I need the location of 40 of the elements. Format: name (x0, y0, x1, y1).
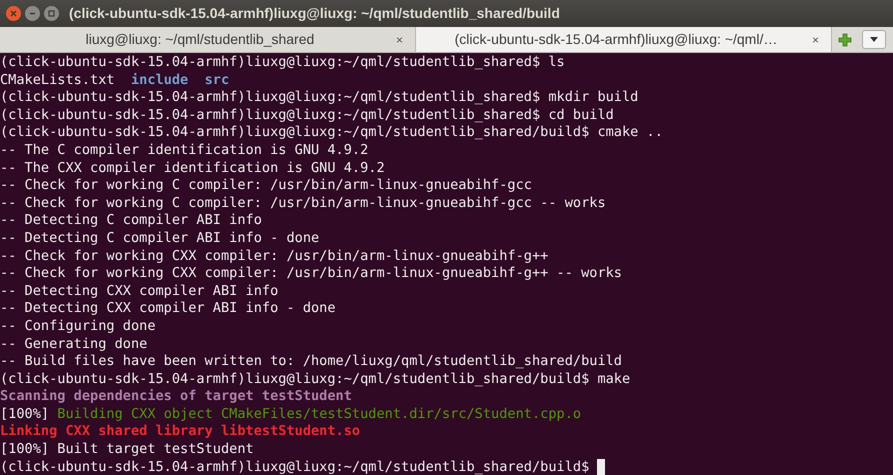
tab-close-button[interactable]: × (808, 30, 823, 48)
maximize-icon[interactable] (44, 6, 59, 21)
terminal-text: -- The C compiler identification is GNU 4.9.2 (0, 142, 368, 160)
terminal-text: Building CXX object CMakeFiles/testStudent.dir/src/Student.cpp.o (57, 406, 582, 424)
terminal-text: (click-ubuntu-sdk-15.04-armhf)liuxg@liuxg:~/qml/studentlib_shared/build$ cmake .. (0, 124, 663, 142)
terminal-text: -- The CXX compiler identification is GNU 4.9.2 (0, 160, 385, 178)
minimize-icon[interactable] (25, 6, 40, 21)
terminal-text: -- Detecting C compiler ABI info (0, 212, 262, 230)
plus-icon (838, 32, 852, 46)
tab-menu-button[interactable] (862, 30, 886, 49)
tab-title: (click-ubuntu-sdk-15.04-armhf)liuxg@liuxg: ~/qml/… (454, 30, 778, 49)
text-cursor (597, 459, 606, 475)
terminal-text: -- Detecting CXX compiler ABI info (0, 282, 278, 300)
terminal-text: [100%] (0, 406, 50, 424)
window-title: (click-ubuntu-sdk-15.04-armhf)liuxg@liuxg: ~/qml/studentlib_shared/build (69, 4, 560, 23)
tab-close-button[interactable]: × (392, 30, 407, 48)
terminal-text: (click-ubuntu-sdk-15.04-armhf)liuxg@liuxg:~/qml/studentlib_shared/build$ (0, 458, 590, 475)
terminal-text: -- Check for working CXX compiler: /usr/bin/arm-linux-gnueabihf-g++ -- works (0, 265, 622, 283)
terminal-text: -- Check for working C compiler: /usr/bin/arm-linux-gnueabihf-gcc -- works (0, 194, 606, 212)
terminal-text: (click-ubuntu-sdk-15.04-armhf)liuxg@liuxg:~/qml/studentlib_shared/build$ make (0, 370, 630, 388)
terminal-text: -- Configuring done (0, 318, 156, 336)
terminal-text: src (204, 72, 230, 90)
terminal-text: -- Check for working C compiler: /usr/bin/arm-linux-gnueabihf-gcc (0, 177, 532, 195)
terminal-text: Linking CXX shared library libtestStudent.so (0, 423, 360, 442)
terminal-text: [100%] Built target testStudent (0, 441, 254, 459)
terminal-text: -- Build files have been written to: /home/liuxg/qml/studentlib_shared/build (0, 353, 622, 371)
terminal-tab[interactable]: (click-ubuntu-sdk-15.04-armhf)liuxg@liuxg: ~/qml/… × (416, 27, 832, 52)
tab-title: liuxg@liuxg: ~/qml/studentlib_shared (84, 30, 316, 49)
close-icon[interactable] (6, 6, 21, 21)
terminal-text: -- Detecting C compiler ABI info - done (0, 230, 320, 248)
terminal-text: -- Check for working CXX compiler: /usr/bin/arm-linux-gnueabihf-g++ (0, 248, 548, 266)
terminal-text: Scanning dependencies of target testStudent (0, 388, 352, 406)
terminal-text: -- Detecting CXX compiler ABI info - done (0, 300, 336, 318)
terminal-text: CMakeLists.txt (0, 72, 116, 90)
terminal-text: (click-ubuntu-sdk-15.04-armhf)liuxg@liuxg:~/qml/studentlib_shared$ cd build (0, 106, 614, 124)
terminal-text: include (130, 72, 190, 90)
terminal-text: -- Generating done (0, 336, 148, 354)
caret-icon (870, 37, 878, 42)
terminal-text: (click-ubuntu-sdk-15.04-armhf)liuxg@liuxg:~/qml/studentlib_shared$ mkdir build (0, 89, 638, 107)
terminal-text: (click-ubuntu-sdk-15.04-armhf)liuxg@liuxg:~/qml/studentlib_shared$ ls (0, 54, 565, 72)
